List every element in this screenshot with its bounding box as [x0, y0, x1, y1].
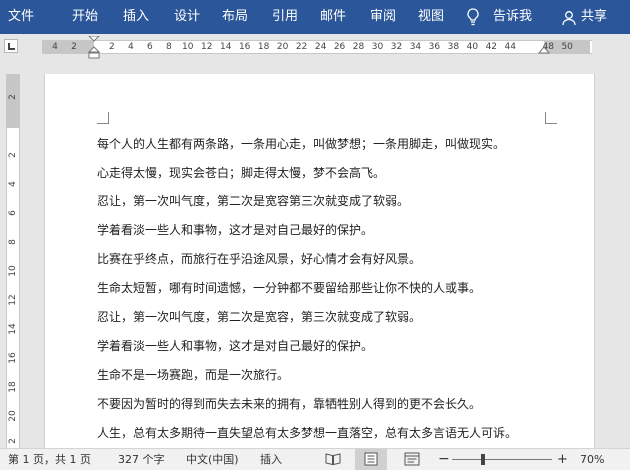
ruler-tick-label: 20 — [8, 410, 18, 422]
ruler-tick-label: 8 — [8, 239, 18, 245]
insert-mode-indicator[interactable]: 插入 — [260, 449, 282, 470]
paragraph-line[interactable]: 忍让，第一次叫气度，第二次是宽容第三次就变成了软弱。 — [97, 192, 409, 209]
ruler-left-margin — [42, 41, 94, 53]
tab-file[interactable]: 文件 — [8, 0, 34, 34]
zoom-level[interactable]: 70% — [580, 449, 604, 470]
zoom-slider-track[interactable] — [452, 459, 552, 460]
ruler-tick-label: 2 — [8, 152, 18, 158]
ruler-tick-label: 12 — [201, 42, 213, 52]
tab-review[interactable]: 审阅 — [370, 0, 396, 34]
read-mode-icon[interactable] — [325, 452, 341, 469]
ruler-tick-label: 40 — [466, 42, 479, 52]
paragraph-line[interactable]: 每个人的人生都有两条路，一条用心走，叫做梦想；一条用脚走，叫做现实。 — [97, 135, 505, 152]
ruler-tick-label: 42 — [485, 42, 498, 52]
ruler-tick-label: 34 — [409, 42, 422, 52]
tab-mailings[interactable]: 邮件 — [320, 0, 346, 34]
zoom-in-button[interactable]: + — [557, 449, 568, 470]
ruler-tick-label: 50 — [561, 42, 573, 52]
ruler-tick-label: 6 — [8, 210, 18, 216]
ruler-tick-label: 4 — [128, 42, 134, 52]
vertical-ruler[interactable]: 2 2 4 6 8 10 12 14 16 18 20 2 — [6, 74, 20, 448]
right-indent-marker[interactable] — [538, 45, 550, 55]
ruler-tick-label: 36 — [428, 42, 441, 52]
ruler-tick-label: 28 — [352, 42, 365, 52]
ruler-tick-label: 14 — [8, 323, 18, 335]
ruler-tick-label: 2 — [109, 42, 115, 52]
ruler-tick-label: 10 — [182, 42, 194, 52]
horizontal-ruler[interactable]: 4 2 2 4 6 8 10 12 14 16 18 20 22 24 26 28 30 32 34 36 38 40 42… — [42, 36, 592, 59]
ruler-tick-label: 4 — [8, 181, 18, 187]
ruler-tick-label: 38 — [447, 42, 460, 52]
tab-references[interactable]: 引用 — [272, 0, 298, 34]
ruler-tick-label: 22 — [295, 42, 308, 52]
paragraph-line[interactable]: 心走得太慢，现实会苍白；脚走得太慢，梦不会高飞。 — [97, 164, 385, 181]
zoom-out-button[interactable]: − — [438, 449, 450, 470]
page-count[interactable]: 第 1 页，共 1 页 — [8, 449, 91, 470]
ruler-tick-label: 26 — [333, 42, 346, 52]
indent-markers[interactable] — [88, 36, 100, 60]
tab-insert[interactable]: 插入 — [123, 0, 149, 34]
ruler-tick-label: 2 — [8, 438, 18, 444]
word-count[interactable]: 327 个字 — [118, 449, 165, 470]
zoom-slider-thumb[interactable] — [481, 454, 485, 465]
ruler-tick-label: 10 — [8, 265, 18, 277]
lightbulb-icon[interactable] — [466, 8, 480, 30]
paragraph-line[interactable]: 学着看淡一些人和事物，这才是对自己最好的保护。 — [97, 337, 373, 354]
paragraph-line[interactable]: 生命太短暂，哪有时间遗憾，一分钟都不要留给那些让你不快的人或事。 — [97, 279, 481, 296]
paragraph-line[interactable]: 生命不是一场赛跑，而是一次旅行。 — [97, 366, 289, 383]
tab-home[interactable]: 开始 — [72, 0, 98, 34]
ruler-tick-label: 44 — [504, 42, 516, 52]
print-layout-icon[interactable] — [355, 449, 387, 470]
ribbon-tab-bar: 文件 开始 插入 设计 布局 引用 邮件 审阅 视图 告诉我 共享 — [0, 0, 630, 34]
paragraph-line[interactable]: 忍让，第一次叫气度，第二次是宽容，第三次就变成了软弱。 — [97, 308, 421, 325]
crop-mark-top-left — [97, 112, 109, 124]
paragraph-line[interactable]: 学着看淡一些人和事物，这才是对自己最好的保护。 — [97, 221, 373, 238]
ruler-tick-label: 12 — [8, 294, 18, 306]
ruler-tick-label: 24 — [314, 42, 327, 52]
ruler-tick-label: 18 — [8, 381, 18, 393]
ruler-area: 4 2 2 4 6 8 10 12 14 16 18 20 22 24 26 28 30 32 34 36 38 40 42… — [0, 34, 630, 59]
tab-selector-button[interactable] — [4, 39, 18, 53]
share-person-icon[interactable] — [562, 10, 578, 30]
ruler-tick-label: 16 — [8, 352, 18, 364]
crop-mark-top-right — [545, 112, 557, 124]
web-layout-icon[interactable] — [404, 452, 420, 469]
document-page[interactable]: 每个人的人生都有两条路，一条用心走，叫做梦想；一条用脚走，叫做现实。 心走得太慢… — [44, 74, 595, 448]
ruler-tick-label: 16 — [238, 42, 251, 52]
ruler-tick-label: 18 — [257, 42, 270, 52]
ruler-tick-label: 30 — [371, 42, 384, 52]
paragraph-line[interactable]: 人生，总有太多期待一直失望总有太多梦想一直落空，总有太多言语无人可诉。 — [97, 424, 517, 441]
paragraph-line[interactable]: 比赛在乎终点，而旅行在乎沿途风景，好心情才会有好风景。 — [97, 250, 421, 267]
ruler-tick-label: 32 — [390, 42, 403, 52]
ruler-tick-label: 2 — [71, 42, 77, 52]
tab-view[interactable]: 视图 — [418, 0, 444, 34]
ruler-tick-label: 6 — [146, 42, 153, 52]
tab-layout[interactable]: 布局 — [222, 0, 248, 34]
tell-me-search[interactable]: 告诉我 — [493, 0, 532, 34]
tab-design[interactable]: 设计 — [174, 0, 200, 34]
ruler-tick-label: 2 — [8, 94, 18, 100]
share-button[interactable]: 共享 — [581, 0, 607, 34]
status-bar: 第 1 页，共 1 页 327 个字 中文(中国) 插入 − + 70% — [0, 448, 630, 470]
language-indicator[interactable]: 中文(中国) — [186, 449, 239, 470]
ruler-tick-label: 20 — [276, 42, 289, 52]
ruler-tick-label: 14 — [219, 42, 232, 52]
ruler-tick-label: 8 — [165, 42, 172, 52]
paragraph-line[interactable]: 不要因为暂时的得到而失去未来的拥有，靠牺牲别人得到的更不会长久。 — [97, 395, 481, 412]
vertical-scrollbar[interactable] — [603, 58, 630, 448]
ruler-tick-label: 4 — [52, 42, 58, 52]
